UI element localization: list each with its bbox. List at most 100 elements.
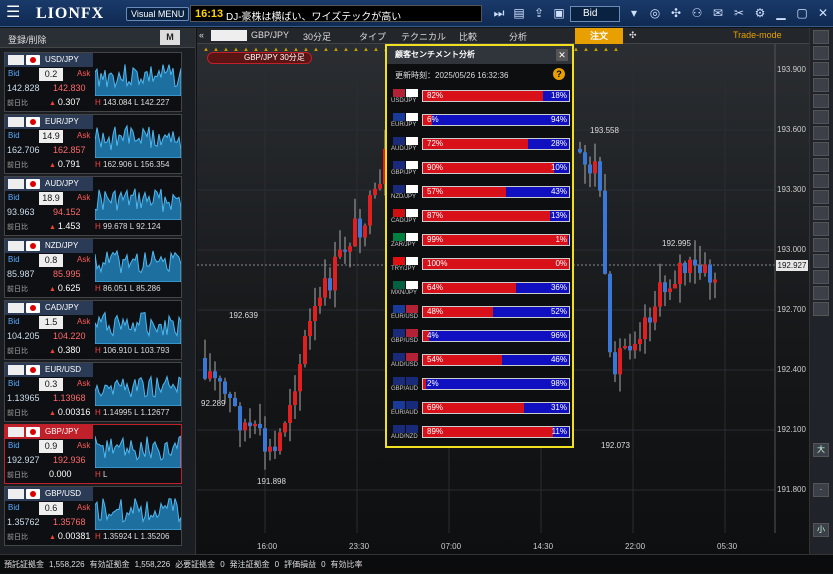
hline-icon[interactable] [813,126,829,140]
chat-icon[interactable]: ✉ [711,6,725,20]
ask-button[interactable]: 104.220 [53,331,86,341]
satellite-icon[interactable]: ✣ [629,30,637,41]
app-logo: LIONFX [36,5,105,22]
rate-card[interactable]: GBP/JPY Bid 0.9 Ask 192.927 192.936 前日比 … [4,424,182,484]
chart-menu-compare[interactable]: 比較 [459,30,477,43]
delete-icon[interactable] [813,302,829,316]
price-annotation: 192.639 [229,311,258,320]
rect-icon[interactable] [813,238,829,252]
svg-text:▲: ▲ [353,47,359,53]
sentiment-row: EUR/AUD 69% 31% [389,400,572,422]
visual-menu-button[interactable]: Visual MENU [126,7,190,21]
satellite-icon[interactable]: ✣ [669,6,683,20]
bid-button[interactable]: 1.35762 [7,517,40,527]
rate-card[interactable]: GBP/USD Bid 0.6 Ask 1.35762 1.35768 前日比 … [4,486,182,546]
gear-icon[interactable]: ⚙ [753,6,767,20]
bid-button[interactable]: 104.205 [7,331,40,341]
hand-icon[interactable] [813,158,829,172]
chart-menu-type[interactable]: タイプ [359,30,386,43]
globe-icon[interactable]: ◎ [648,6,662,20]
ask-button[interactable]: 1.35768 [53,517,86,527]
account-status-bar: 預託証拠金 1,558,226 有効証拠金 1,558,226 必要証拠金 0 発注証拠金 0… [0,554,833,573]
rate-card[interactable]: EUR/USD Bid 0.3 Ask 1.13965 1.13968 前日比 … [4,362,182,422]
pen-icon[interactable] [813,94,829,108]
arrow-icon[interactable] [813,286,829,300]
y-tick-label: 193.900 [777,65,806,74]
bid-button[interactable]: 85.987 [7,269,35,279]
high-low: H 1.14995 L 1.12677 [95,408,170,417]
zoom-out-icon[interactable]: 小 [813,523,829,537]
flag-icon [8,117,24,127]
maximize-icon[interactable]: ▢ [795,6,809,20]
four-icon[interactable] [813,30,829,44]
bid-button[interactable]: 192.927 [7,455,40,465]
sentiment-bar: 82% 18% [422,90,570,102]
cursor-icon[interactable] [813,46,829,60]
crosshair-icon[interactable] [813,62,829,76]
forward-icon[interactable]: ⏭ [492,6,506,20]
chart-pair-chip: GBP/JPY 30分足 [207,52,312,64]
fan-icon[interactable] [813,222,829,236]
sentiment-pair: EUR/AUD [391,410,419,416]
chart-pair-select[interactable]: GBP/JPY [251,30,289,40]
tools-icon[interactable]: ✂ [732,6,746,20]
minimize-icon[interactable]: ▁ [774,6,788,20]
ask-button[interactable]: 85.995 [53,269,81,279]
dropdown-chevron-icon[interactable]: ▾ [627,6,641,20]
text-icon[interactable] [813,270,829,284]
chart-interval-select[interactable]: 30分足 [303,30,331,43]
user-icon[interactable]: ⚇ [690,6,704,20]
ask-button[interactable]: 142.830 [53,83,86,93]
chart-menu-technical[interactable]: テクニカル [401,30,446,43]
bid-ask-select[interactable]: Bid [570,6,620,22]
price-annotation: 192.995 [662,239,691,248]
chart-menu-analysis[interactable]: 分析 [509,30,527,43]
ask-button[interactable]: 192.936 [53,455,86,465]
rate-card[interactable]: USD/JPY Bid 0.2 Ask 142.828 142.830 前日比 … [4,52,182,112]
export-icon[interactable]: ⇪ [532,6,546,20]
ellipse-icon[interactable] [813,254,829,268]
sentiment-row: GBP/JPY 90% 10% [389,160,572,182]
flag-icon [26,489,40,499]
collapse-icon[interactable]: « [199,30,204,40]
bid-button[interactable]: 162.706 [7,145,40,155]
bid-button[interactable]: 142.828 [7,83,40,93]
vline-icon[interactable] [813,142,829,156]
channel-icon[interactable] [813,190,829,204]
ask-button[interactable]: 162.857 [53,145,86,155]
order-tab[interactable]: 注文 [575,28,623,44]
low-value: 1.35206 [140,532,170,541]
m-button[interactable]: M [160,30,180,45]
close-icon[interactable]: ✕ [816,6,830,20]
rate-card[interactable]: CAD/JPY Bid 1.5 Ask 104.205 104.220 前日比 … [4,300,182,360]
menu-icon[interactable]: ☰ [6,5,24,21]
sentiment-bar: 57% 43% [422,186,570,198]
fib-icon[interactable] [813,174,829,188]
zoom-in-icon[interactable]: 大 [813,443,829,457]
rate-card[interactable]: AUD/JPY Bid 18.9 Ask 93.963 94.152 前日比 1… [4,176,182,236]
x-tick-label: 07:00 [441,542,462,551]
ask-label: Ask [77,255,91,264]
save-icon[interactable]: ▣ [552,6,566,20]
svg-text:▲: ▲ [583,47,589,53]
y-tick-label: 192.400 [777,365,806,374]
bid-button[interactable]: 93.963 [7,207,35,217]
line-icon[interactable] [813,78,829,92]
register-delete-link[interactable]: 登録/削除 [8,33,47,46]
flag-icon [393,89,419,97]
rate-card[interactable]: EUR/JPY Bid 14.9 Ask 162.706 162.857 前日比… [4,114,182,174]
ask-button[interactable]: 1.13968 [53,393,86,403]
wave-icon[interactable] [813,206,829,220]
news-ticker[interactable]: 16:13 DJ-豪株は横ばい、ワイズテックが高い [190,5,482,23]
sell-ratio: 82% [427,91,444,100]
rate-card[interactable]: NZD/JPY Bid 0.8 Ask 85.987 85.995 前日比 0.… [4,238,182,298]
ruler-icon[interactable] [813,110,829,124]
file-icon[interactable]: ▤ [512,6,526,20]
ask-button[interactable]: 94.152 [53,207,81,217]
help-icon[interactable]: ? [553,68,565,80]
zoom-slider[interactable]: · [813,483,829,497]
trade-mode-select[interactable]: Trade-mode [733,30,782,40]
svg-text:▲: ▲ [313,47,319,53]
bid-button[interactable]: 1.13965 [7,393,40,403]
close-icon[interactable]: ✕ [556,49,568,61]
